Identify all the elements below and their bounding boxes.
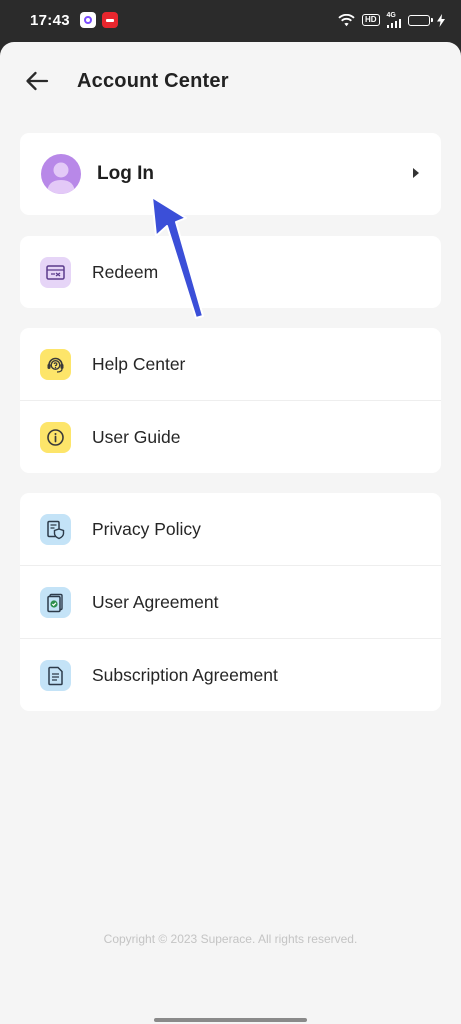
status-indicators: HD 4G [338,12,445,28]
menu-item-user-guide[interactable]: User Guide [20,400,441,473]
legal-group: Privacy Policy User Agreement Subscripti… [20,493,441,711]
wifi-icon [338,13,355,26]
status-bar: 17:43 HD 4G [0,0,461,40]
page-title: Account Center [77,70,229,92]
cellular-indicator: 4G [386,12,401,28]
chevron-right-icon [413,168,419,178]
menu-item-redeem[interactable]: Redeem [20,236,441,308]
ticket-icon [40,257,71,288]
notification-app-icon [79,12,96,28]
menu-item-help-center[interactable]: Help Center [20,328,441,400]
login-label: Log In [97,163,154,184]
redeem-group: Redeem [20,236,441,308]
copyright-text: Copyright © 2023 Superace. All rights re… [103,932,358,946]
battery-icon [408,14,433,26]
menu-item-label: Redeem [92,261,159,282]
arrow-left-icon [26,71,49,91]
menu-item-label: User Agreement [92,591,219,612]
back-button[interactable] [20,64,54,98]
info-icon [40,422,71,453]
hd-badge: HD [361,14,380,26]
menu-item-label: Subscription Agreement [92,664,278,685]
signal-icon [386,19,401,28]
app-header: Account Center [0,42,461,124]
home-indicator[interactable] [154,1018,307,1022]
menu-item-user-agreement[interactable]: User Agreement [20,565,441,638]
document-lines-icon [40,660,71,691]
help-group: Help Center User Guide [20,328,441,473]
document-check-icon [40,587,71,618]
account-center-screen: Account Center Log In Redeem Help Center… [0,42,461,1024]
menu-item-label: Privacy Policy [92,518,201,539]
user-avatar-icon [41,154,81,194]
charging-bolt-icon [437,13,445,27]
menu-item-label: User Guide [92,426,181,447]
document-shield-icon [40,514,71,545]
menu-item-label: Help Center [92,353,186,374]
network-type-label: 4G [386,12,396,19]
menu-item-privacy-policy[interactable]: Privacy Policy [20,493,441,565]
notification-app-icon [101,12,118,28]
status-time: 17:43 [30,11,70,29]
headset-question-icon [40,349,71,380]
menu-item-subscription-agreement[interactable]: Subscription Agreement [20,638,441,711]
login-card[interactable]: Log In [20,133,441,215]
